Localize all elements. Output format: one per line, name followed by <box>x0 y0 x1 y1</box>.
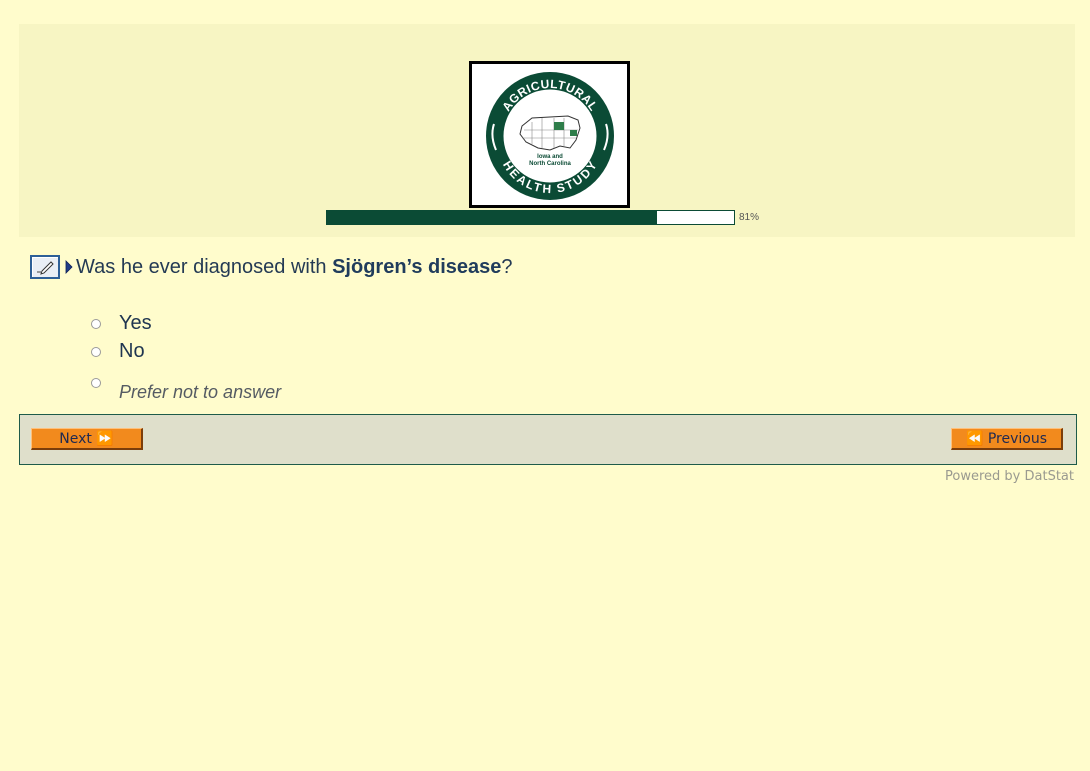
logo-center-line2: North Carolina <box>529 161 571 167</box>
option-prefer-not-label: Prefer not to answer <box>119 382 282 402</box>
previous-button[interactable]: ⏪ Previous <box>951 428 1063 450</box>
study-seal-icon: AGRICULTURAL HEALTH STUDY Iowa and North… <box>486 72 614 200</box>
survey-header: AGRICULTURAL HEALTH STUDY Iowa and North… <box>19 24 1075 237</box>
option-prefer-not[interactable]: Prefer not to answer <box>91 378 281 403</box>
arrow-right-icon <box>65 260 73 274</box>
study-logo: AGRICULTURAL HEALTH STUDY Iowa and North… <box>469 61 630 208</box>
progress-fill <box>327 211 657 224</box>
radio-yes[interactable] <box>91 318 101 329</box>
powered-by-text: Powered by DatStat <box>945 469 1074 484</box>
navigation-bar: Next ⏩ ⏪ Previous <box>19 414 1077 465</box>
question-emphasis: Sjögren’s disease <box>332 255 502 278</box>
option-no[interactable]: No <box>91 340 145 363</box>
option-yes[interactable]: Yes <box>91 312 152 335</box>
progress-label: 81% <box>739 212 760 223</box>
logo-center-line1: Iowa and <box>537 154 563 160</box>
option-yes-label: Yes <box>119 312 152 334</box>
question-text: Was he ever diagnosed with Sjögren’s dis… <box>76 255 513 278</box>
progress-bar <box>326 210 735 225</box>
option-no-label: No <box>119 340 145 362</box>
radio-no[interactable] <box>91 346 101 357</box>
question-row: Was he ever diagnosed with Sjögren’s dis… <box>30 253 513 281</box>
radio-prefer-not[interactable] <box>91 378 101 388</box>
comment-pencil-icon[interactable] <box>30 255 60 279</box>
next-button[interactable]: Next ⏩ <box>31 428 143 450</box>
